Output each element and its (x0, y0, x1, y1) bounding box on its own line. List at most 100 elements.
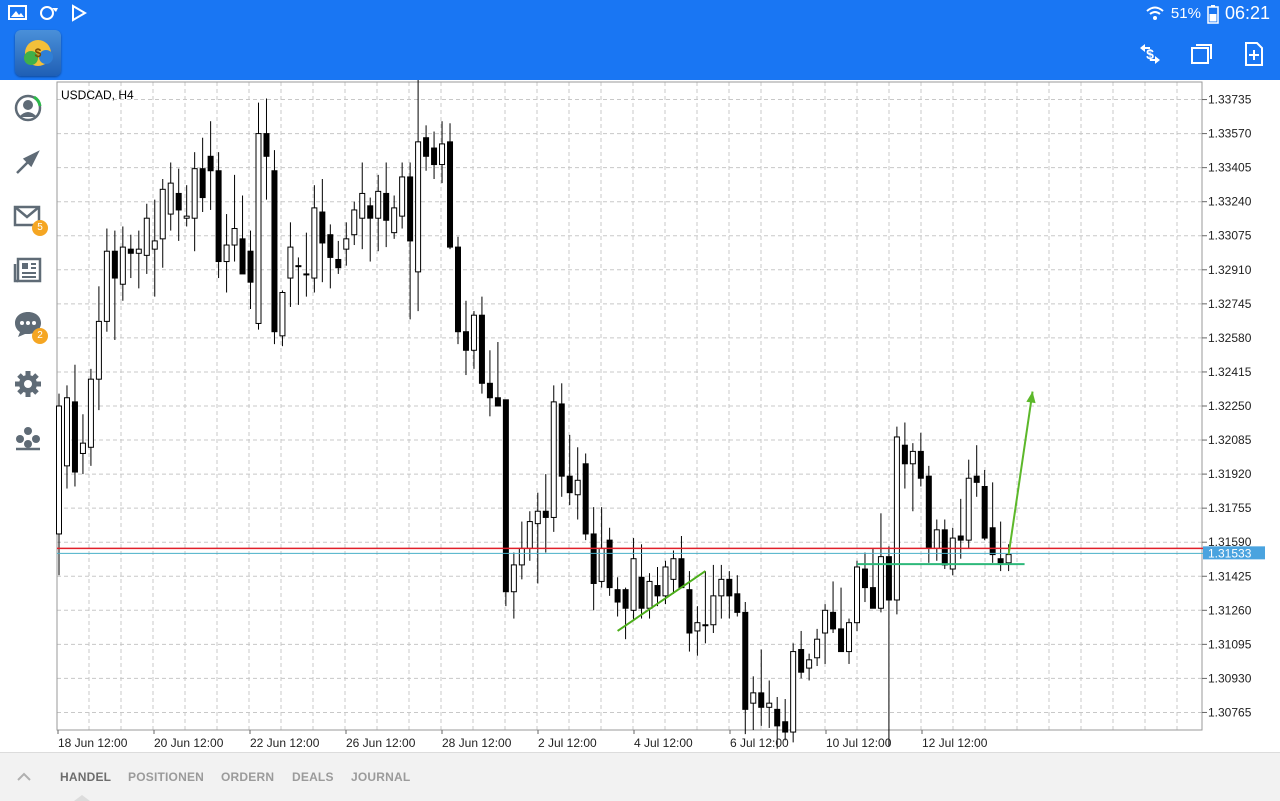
battery-icon (1207, 4, 1219, 24)
y-tick-label: 1.33570 (1208, 127, 1252, 141)
candle-bear (997, 558, 1004, 564)
x-tick-label: 12 Jul 12:00 (922, 736, 988, 750)
candle-bull (965, 477, 972, 541)
candle-bear (494, 397, 501, 407)
candle-bear (830, 611, 837, 630)
candle-bull (351, 209, 358, 236)
gallery-icon (8, 5, 27, 20)
candle-bull (814, 638, 821, 659)
svg-text:$: $ (35, 46, 42, 60)
tab-handel[interactable]: HANDEL (60, 770, 111, 784)
candle-bull (135, 248, 142, 254)
metatrader-logo[interactable]: $ (15, 30, 61, 76)
candle-bear (327, 234, 334, 258)
tab-deals[interactable]: DEALS (292, 770, 334, 784)
candle-bear (606, 539, 613, 589)
price-axis: 1.33735 1.33570 1.33405 1.33240 1.33075 1.329… (1202, 93, 1265, 719)
price-chart[interactable]: 1.33735 1.33570 1.33405 1.33240 1.33075 1.329… (0, 80, 1280, 752)
candle-bull (343, 238, 350, 250)
x-tick-label: 22 Jun 12:00 (250, 736, 320, 750)
candle-bull (311, 207, 318, 279)
candle-bear (941, 529, 948, 566)
candle-bull (151, 240, 158, 250)
tab-positionen[interactable]: POSITIONEN (128, 770, 204, 784)
candle-bear (861, 568, 868, 589)
candle-bear (622, 589, 629, 609)
chevron-up-icon[interactable] (14, 767, 34, 787)
candle-bull (255, 133, 262, 324)
candle-bear (925, 475, 932, 549)
wifi-icon (1146, 6, 1164, 20)
candles (56, 80, 1012, 749)
y-tick-label: 1.32745 (1208, 297, 1252, 311)
candle-bull (375, 190, 382, 219)
candle-bear (447, 141, 454, 248)
candle-bull (359, 192, 366, 219)
status-bar: 51% 06:21 (0, 0, 1280, 28)
one-click-trading-icon[interactable]: $ (1136, 40, 1164, 68)
candle-bear (726, 578, 733, 597)
candle-bull (63, 397, 70, 467)
candle-bull (470, 314, 477, 351)
candle-bull (391, 207, 398, 234)
candle-bull (646, 580, 653, 609)
candle-bear (614, 589, 621, 603)
candle-bull (399, 176, 406, 217)
candle-bear (367, 205, 374, 219)
tab-ordern[interactable]: ORDERN (221, 770, 274, 784)
x-tick-label: 28 Jun 12:00 (442, 736, 512, 750)
candle-bear (734, 593, 741, 613)
y-tick-label: 1.32910 (1208, 263, 1252, 277)
candle-bear (981, 485, 988, 539)
candle-bull (893, 436, 900, 601)
candle-bear (901, 444, 908, 465)
candle-bear (989, 527, 996, 556)
candle-bull (167, 182, 174, 215)
candle-bear (175, 192, 182, 211)
time-axis: 18 Jun 12:00 20 Jun 12:00 22 Jun 12:00 26 J… (57, 730, 988, 750)
x-tick-label: 18 Jun 12:00 (58, 736, 128, 750)
y-tick-label: 1.32415 (1208, 365, 1252, 379)
candle-bear (431, 147, 438, 166)
candle-bull (766, 702, 773, 708)
candle-bear (838, 628, 845, 653)
candle-bull (526, 521, 533, 549)
candle-bull (183, 215, 190, 219)
candle-bull (191, 168, 198, 219)
y-tick-label: 1.32250 (1208, 399, 1252, 413)
candle-bear (502, 399, 509, 593)
candle-bull (630, 558, 637, 611)
candle-bull (822, 609, 829, 634)
candle-bear (869, 587, 876, 609)
candle-bear (486, 382, 493, 399)
candle-bear (247, 250, 254, 283)
candle-bull (95, 320, 102, 380)
candle-bull (750, 692, 757, 704)
y-tick-label: 1.33240 (1208, 195, 1252, 209)
candle-bull (223, 244, 230, 263)
candle-bear (423, 137, 430, 157)
tab-journal[interactable]: JOURNAL (351, 770, 410, 784)
candle-bull (846, 622, 853, 653)
candle-bull (702, 624, 709, 627)
candle-bull (574, 479, 581, 496)
new-order-icon[interactable] (1240, 40, 1268, 68)
current-price-label: 1.31533 (1208, 546, 1252, 560)
window-icon[interactable] (1188, 40, 1216, 68)
candle-bull (806, 659, 813, 669)
x-tick-label: 20 Jun 12:00 (154, 736, 224, 750)
price-levels (57, 547, 1263, 554)
candle-bear (566, 475, 573, 494)
candle-bear (462, 331, 469, 351)
y-tick-label: 1.30930 (1208, 671, 1252, 685)
candle-bull (694, 622, 701, 632)
candle-bear (917, 450, 924, 479)
candle-bull (550, 401, 557, 518)
candle-bear (782, 721, 789, 733)
candle-bear (319, 211, 326, 244)
candle-bear (478, 314, 485, 384)
candle-bear (542, 510, 549, 518)
active-tab-indicator (74, 795, 90, 801)
y-tick-label: 1.32085 (1208, 433, 1252, 447)
y-tick-label: 1.31920 (1208, 467, 1252, 481)
